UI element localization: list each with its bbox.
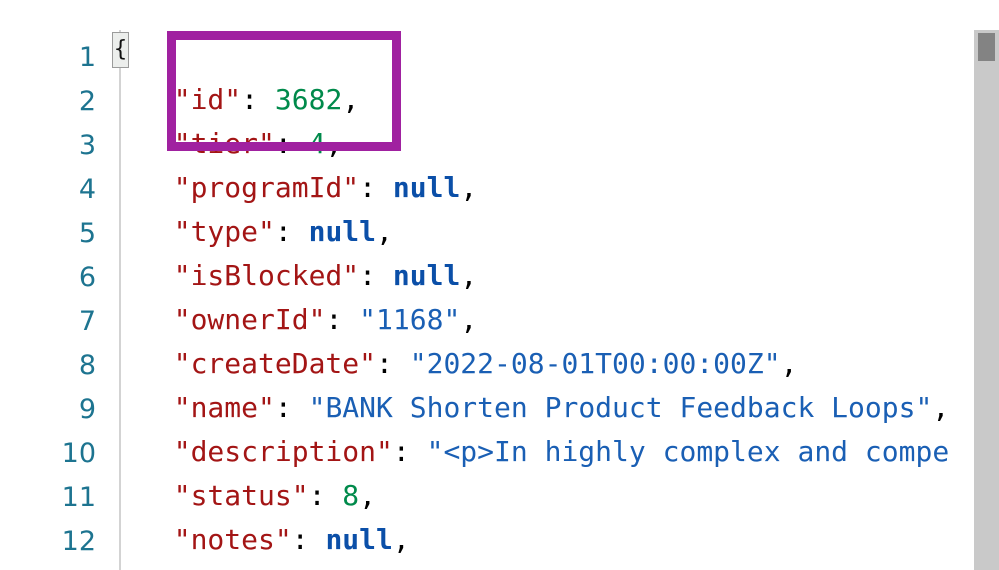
token-punct: : <box>392 435 427 468</box>
token-punct: , <box>460 303 478 336</box>
token-str: "1168" <box>359 303 461 336</box>
code-line[interactable]: "createDate": "2022-08-01T00:00:00Z", <box>140 347 798 380</box>
token-null: null <box>308 215 377 248</box>
token-punct: , <box>780 347 798 380</box>
token-key: "name" <box>173 391 275 424</box>
token-punct: : <box>325 303 360 336</box>
code-line[interactable]: "notes": null, <box>140 524 410 556</box>
token-punct: , <box>359 479 377 512</box>
line-number: 11 <box>61 482 96 513</box>
token-punct: , <box>932 391 950 424</box>
line-number: 7 <box>78 306 96 337</box>
token-num: 3682 <box>274 83 343 116</box>
code-content-area[interactable]: "id": 3682, "tier": 4, "programId": null… <box>140 0 999 570</box>
token-punct: , <box>392 523 410 556</box>
token-punct: : <box>241 83 275 116</box>
line-number-gutter: 1 2 3 4 5 6 7 8 9 10 11 12 <box>0 0 108 570</box>
code-line[interactable]: "type": null, <box>140 216 393 248</box>
code-line[interactable]: "name": "BANK Shorten Product Feedback L… <box>140 392 949 424</box>
vertical-scrollbar[interactable] <box>974 30 999 570</box>
token-punct: : <box>359 259 393 292</box>
fold-rail-divider <box>119 30 121 570</box>
token-punct: , <box>376 215 393 248</box>
token-key: "createDate" <box>173 347 377 380</box>
token-key: "status" <box>173 479 309 512</box>
token-punct: : <box>291 523 326 556</box>
token-null: null <box>392 171 461 204</box>
token-key: "id" <box>173 83 242 116</box>
token-punct: , <box>342 83 360 116</box>
line-number: 4 <box>78 174 96 205</box>
token-null: null <box>392 259 461 292</box>
token-str: "<p>In highly complex and compe <box>426 435 950 468</box>
line-number: 1 <box>78 42 96 73</box>
token-key: "programId" <box>173 171 360 204</box>
line-number: 3 <box>78 130 96 161</box>
json-code-viewer: 1 2 3 4 5 6 7 8 9 10 11 12 { "id": 3682, "tier": 4,… <box>0 0 999 570</box>
code-line[interactable]: "ownerId": "1168", <box>140 304 477 336</box>
token-key: "isBlocked" <box>173 259 360 292</box>
token-key: "ownerId" <box>173 303 326 336</box>
token-punct: , <box>460 171 478 204</box>
token-key: "notes" <box>173 523 292 556</box>
line-number: 10 <box>61 438 96 469</box>
line-number: 12 <box>61 526 96 557</box>
token-null: null <box>325 523 393 556</box>
code-line[interactable]: "id": 3682, <box>140 84 359 116</box>
token-punct: : <box>274 215 309 248</box>
line-number: 9 <box>78 394 96 425</box>
token-punct: : <box>274 391 309 424</box>
code-line[interactable]: "programId": null, <box>140 172 477 204</box>
token-str: "BANK Shorten Product Feedback Loops" <box>308 391 933 424</box>
code-fold-rail: { <box>108 0 140 570</box>
line-number: 2 <box>78 86 96 117</box>
code-line[interactable]: "tier": 4, <box>140 127 343 160</box>
token-str: "2022-08-01T00:00:00Z" <box>409 347 781 380</box>
line-number: 6 <box>78 262 96 293</box>
code-line[interactable]: "description": "<p>In highly complex and… <box>140 436 949 468</box>
code-line[interactable]: "isBlocked": null, <box>140 260 477 292</box>
token-punct: : <box>274 127 309 160</box>
token-punct: : <box>376 347 410 380</box>
token-key: "tier" <box>173 127 275 160</box>
token-key: "type" <box>173 215 275 248</box>
token-punct: , <box>325 127 343 160</box>
token-key: "description" <box>173 435 393 468</box>
collapse-brace-fold-icon[interactable]: { <box>112 32 129 68</box>
token-num: 8 <box>342 479 360 512</box>
line-number: 5 <box>78 218 96 249</box>
token-punct: , <box>460 259 478 292</box>
vertical-scrollbar-thumb[interactable] <box>978 33 995 61</box>
code-line[interactable]: "status": 8, <box>140 480 376 512</box>
token-num: 4 <box>308 127 326 160</box>
line-number: 8 <box>78 350 96 381</box>
token-punct: : <box>359 171 393 204</box>
token-punct: : <box>308 479 343 512</box>
